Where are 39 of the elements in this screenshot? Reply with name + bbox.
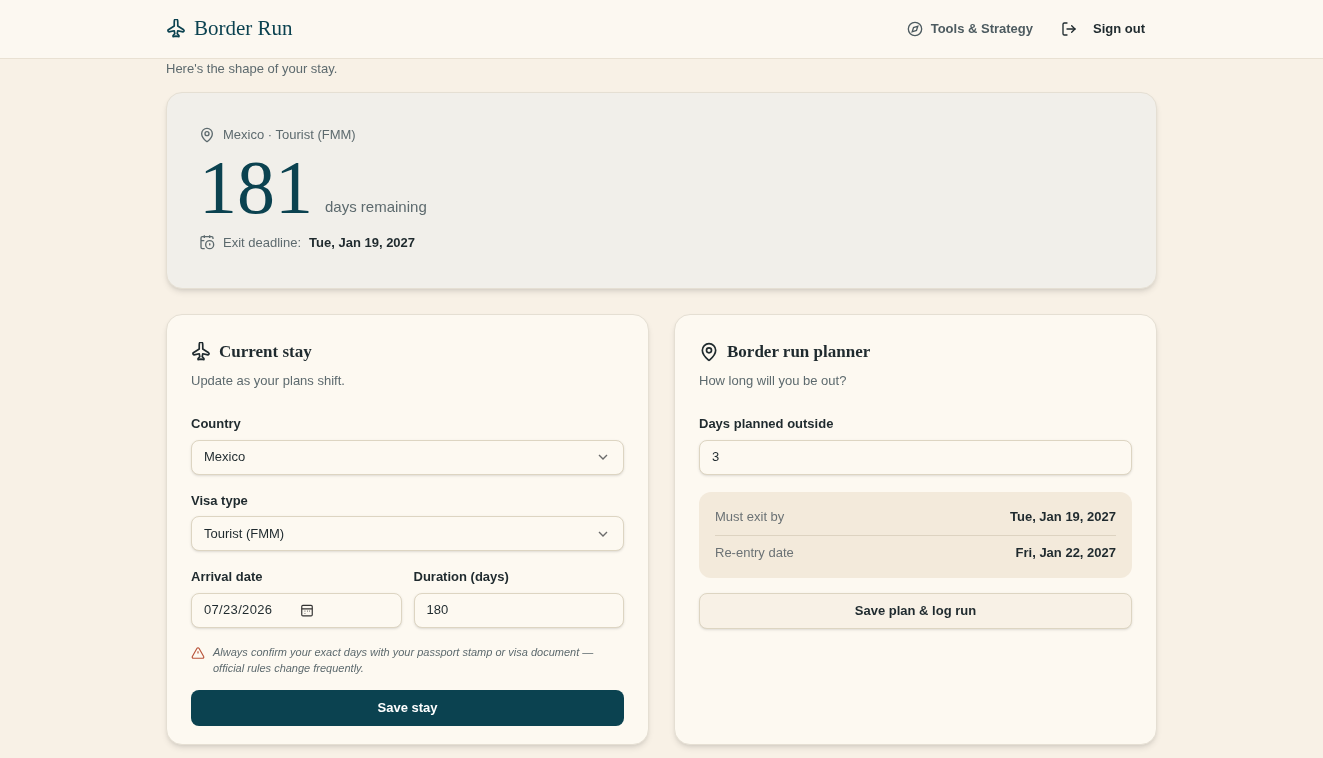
deadline-label: Exit deadline: [223, 233, 302, 252]
deadline-date: Tue, Jan 19, 2027 [309, 233, 416, 252]
field-label: Visa type [191, 491, 249, 510]
plane-icon [191, 341, 211, 362]
card-subtitle: How long will you be out? [699, 371, 848, 390]
brand-name: Border Run [194, 15, 293, 43]
sign-out-icon [1061, 21, 1077, 37]
field-label: Country [191, 415, 242, 433]
map-pin-icon [199, 126, 215, 143]
result-label: Re-entry date [715, 543, 794, 562]
card-subtitle: Update as your plans shift. [191, 371, 346, 390]
days-outside-field[interactable]: 3 [699, 439, 1132, 475]
nav-link[interactable]: Sign out [1061, 19, 1145, 39]
location-text: Mexico · Tourist (FMM) [223, 126, 356, 144]
page-subtitle: Here's the shape of your stay. [166, 61, 339, 77]
map-pin-icon [699, 341, 719, 362]
plane-icon [166, 19, 186, 39]
compass-icon [906, 21, 923, 37]
warning-icon [191, 645, 205, 660]
card-title: Current stay [219, 341, 312, 363]
days-label: days remaining [325, 197, 427, 217]
field-label: Days planned outside [699, 415, 835, 433]
card-title: Border run planner [727, 341, 871, 363]
nav-link[interactable]: Tools & Strategy [906, 19, 1033, 39]
warning-text: Always confirm your exact days with your passport stamp or visa document — official rules change frequently. [213, 644, 595, 676]
save-stay-button[interactable]: Save stay [191, 689, 624, 726]
field-label: Duration (days) [413, 568, 510, 586]
date-field[interactable]: 07/23/2026 [191, 592, 402, 628]
country-select[interactable]: Mexico [191, 439, 624, 475]
duration-field[interactable]: 180 [413, 592, 624, 628]
calendar-clock-icon [199, 234, 215, 251]
field-label: Arrival date [191, 568, 264, 586]
result-date: Fri, Jan 22, 2027 [1015, 543, 1116, 562]
calendar-icon[interactable] [300, 603, 315, 617]
result-date: Tue, Jan 19, 2027 [1010, 508, 1116, 527]
save-plan-button[interactable]: Save plan & log run [699, 592, 1132, 629]
visa-type-select[interactable]: Tourist (FMM) [191, 516, 624, 551]
result-label: Must exit by [715, 508, 785, 527]
days-count: 181 [199, 148, 313, 225]
